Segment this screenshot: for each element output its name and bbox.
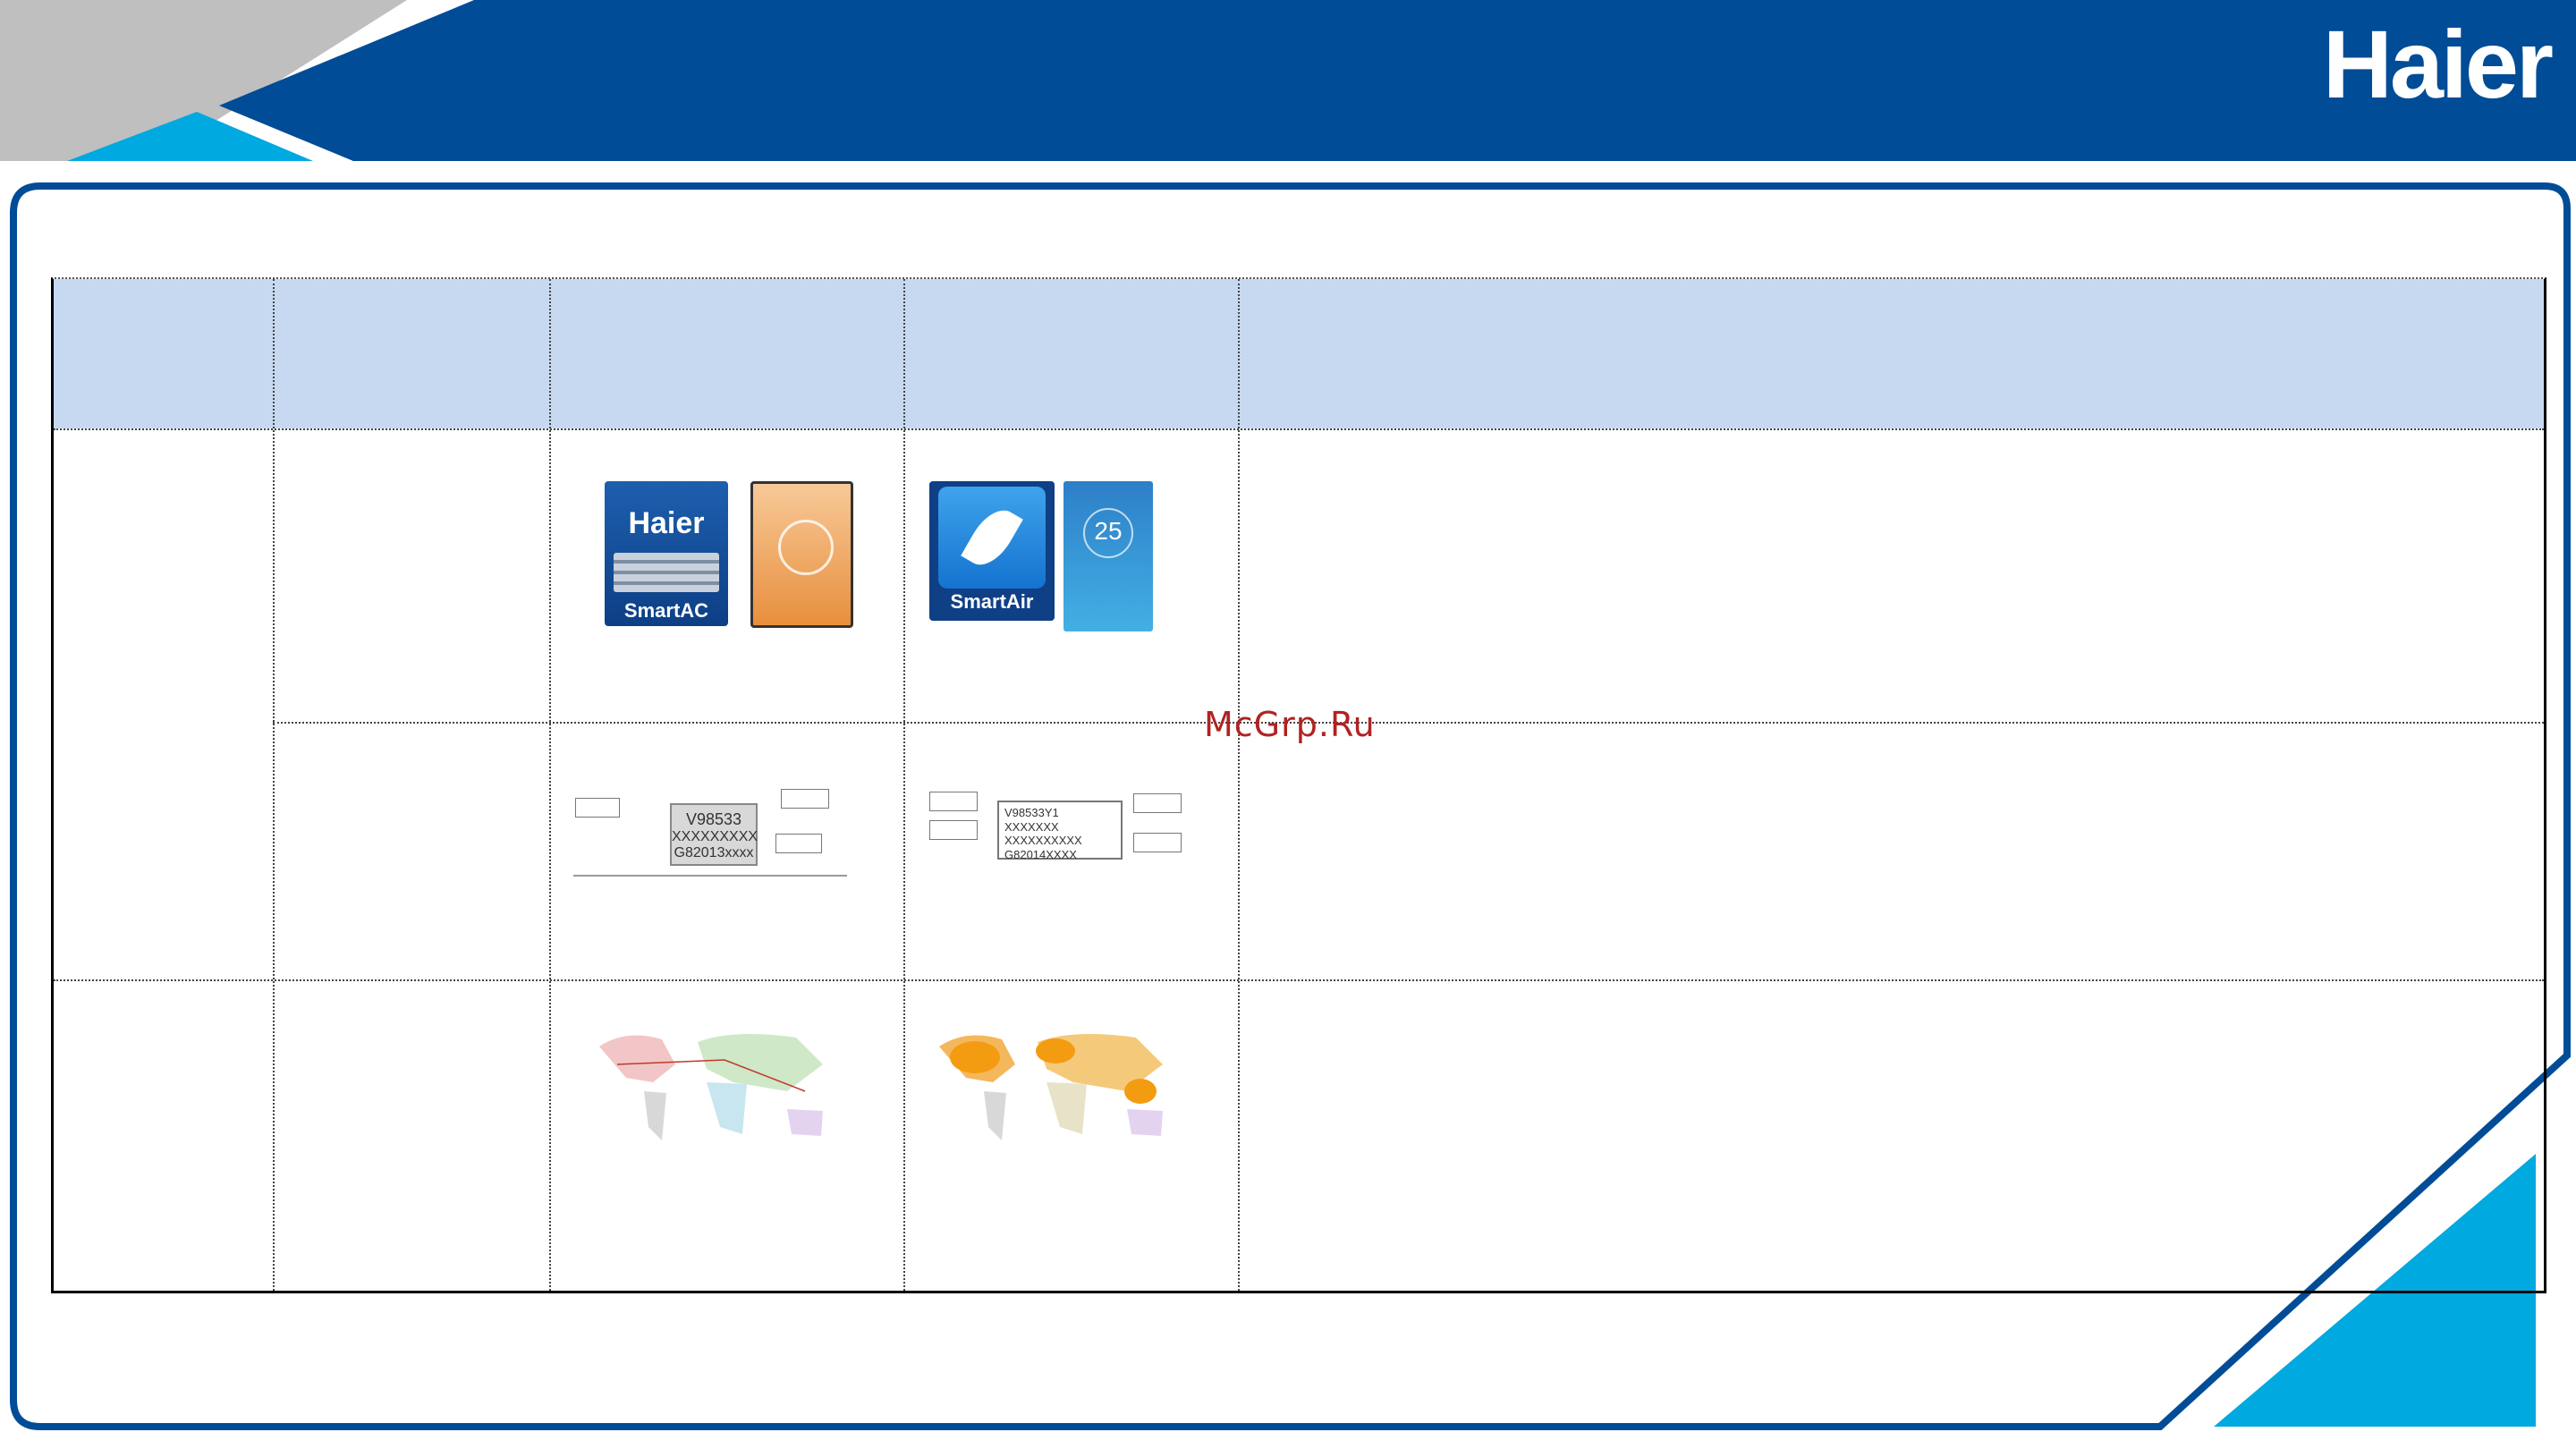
comparison-table: [51, 277, 2546, 1293]
nameplate: V98533Y1 XXXXXXX XXXXXXXXXX G82014XXXX: [997, 801, 1123, 861]
haier-smartac-app-icon: Haier SmartAC: [605, 481, 728, 626]
smartair-app-icon: SmartAir: [929, 481, 1055, 621]
callout-box: [775, 834, 822, 853]
nameplate: V98533 XXXXXXXXX G82013xxxx: [670, 803, 758, 866]
column-divider-2: [549, 279, 551, 1291]
callout-box: [1133, 833, 1182, 852]
column-divider-4: [1238, 279, 1240, 1291]
callout-box: [929, 820, 978, 840]
callout-box: [575, 798, 620, 818]
callout-box: [781, 789, 829, 809]
world-map-distribution: [939, 1034, 1163, 1140]
table-header-row: [54, 279, 2544, 428]
world-map-distribution: [599, 1034, 823, 1140]
dial-ring: [778, 520, 834, 575]
column-divider-3: [903, 279, 905, 1291]
plate-line: XXXXXXX: [1004, 819, 1059, 834]
row-divider-1: [54, 428, 2544, 430]
column-divider-1: [273, 279, 275, 1291]
header-blue-band: [219, 0, 2576, 161]
ac-unit-graphic: [614, 553, 719, 592]
plate-line: G82014XXXX: [1004, 847, 1077, 861]
plate-line: G82013xxxx: [674, 845, 754, 860]
plate-line: XXXXXXXXX: [672, 829, 758, 844]
leaf-icon: [961, 501, 1023, 574]
app-icon-square: [938, 487, 1046, 589]
plate-line: V98533Y1: [1004, 806, 1059, 819]
app-icon-caption: SmartAir: [950, 590, 1034, 613]
row-divider-3: [54, 979, 2544, 981]
smartac-phone-screenshot: [750, 481, 853, 628]
plate-line: XXXXXXXXXX: [1004, 834, 1082, 848]
temperature-value: 25: [1094, 517, 1123, 545]
app-icon-brand: Haier: [628, 506, 705, 540]
callout-box: [1133, 793, 1182, 813]
smartair-phone-screenshot: 25: [1063, 481, 1153, 631]
watermark-text: McGrp.Ru: [1204, 705, 1376, 744]
callout-box: [929, 792, 978, 811]
plate-line: V98533: [685, 810, 742, 828]
row-divider-2: [273, 722, 2544, 724]
haier-logo: Haier: [2322, 10, 2554, 118]
app-icon-caption: SmartAC: [623, 599, 709, 622]
nameplate-label-diagram: V98533Y1 XXXXXXX XXXXXXXXXX G82014XXXX: [928, 783, 1187, 872]
nameplate-label-diagram: V98533 XXXXXXXXX G82013xxxx: [573, 778, 847, 877]
